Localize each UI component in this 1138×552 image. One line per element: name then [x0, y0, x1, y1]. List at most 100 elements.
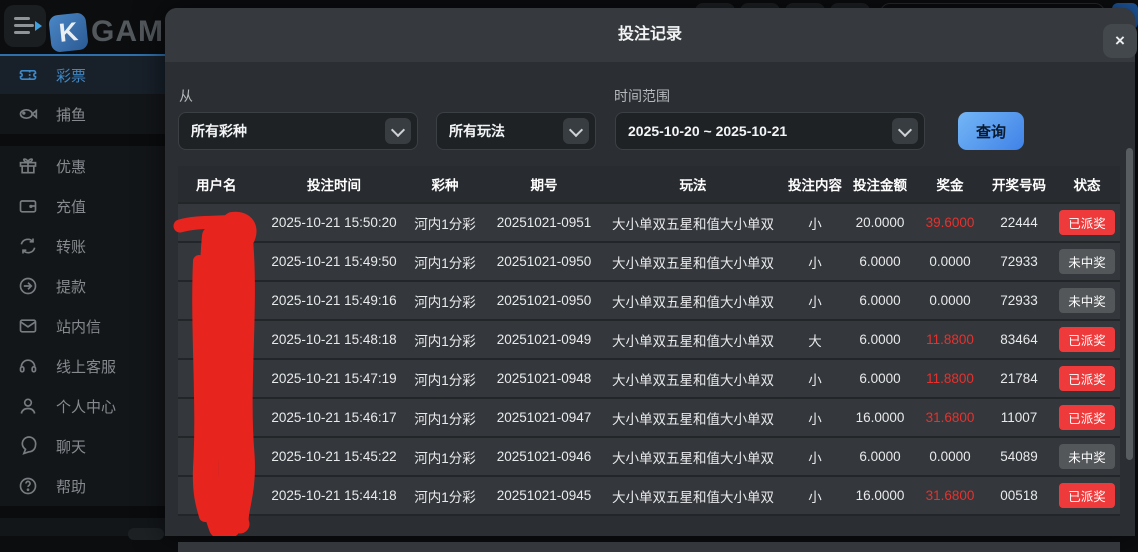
- cell-bet-amount: 16.0000: [844, 410, 916, 425]
- sidebar-item-线上客服[interactable]: 线上客服: [0, 346, 165, 386]
- cell-play-method: 大小单双五星和值大小单双: [600, 213, 786, 233]
- chevron-down-icon: [563, 118, 589, 144]
- cell-draw-numbers: 11007: [984, 410, 1054, 425]
- sidebar-item-帮助[interactable]: 帮助: [0, 466, 165, 506]
- cell-issue-number: 20251021-0947: [488, 410, 600, 425]
- sidebar-item-label: 转账: [56, 236, 86, 257]
- modal-title: 投注记录: [165, 8, 1135, 62]
- cell-bet-time: 2025-10-21 15:48:18: [266, 332, 402, 347]
- sidebar-item-捕鱼[interactable]: 捕鱼: [0, 94, 165, 134]
- from-label: 从: [179, 86, 193, 106]
- cell-bet-amount: 6.0000: [844, 293, 916, 308]
- hamburger-menu-icon[interactable]: [4, 5, 46, 47]
- sidebar-item-label: 线上客服: [56, 356, 116, 377]
- gift-icon: [18, 156, 38, 176]
- column-header: 期号: [488, 174, 600, 194]
- column-header: 投注金额: [844, 174, 916, 194]
- cell-lottery-type: 河内1分彩: [402, 213, 488, 233]
- column-header: 投注内容: [786, 174, 844, 194]
- collapse-arrow-icon: [35, 21, 42, 31]
- cell-draw-numbers: 54089: [984, 449, 1054, 464]
- table-row: yu2025-10-21 15:48:18河内1分彩20251021-0949大…: [178, 321, 1120, 360]
- time-range-label: 时间范围: [614, 86, 670, 106]
- cell-status: 已派奖: [1054, 366, 1120, 391]
- sidebar-item-彩票[interactable]: 彩票: [0, 54, 165, 94]
- wallet-icon: [18, 196, 38, 216]
- status-badge: 未中奖: [1059, 249, 1115, 274]
- cell-lottery-type: 河内1分彩: [402, 408, 488, 428]
- sidebar-item-提款[interactable]: 提款: [0, 266, 165, 306]
- cell-status: 已派奖: [1054, 210, 1120, 235]
- cell-bet-content: 大: [786, 330, 844, 350]
- table-row: yu2025-10-21 15:44:18河内1分彩20251021-0945大…: [178, 477, 1120, 516]
- cell-bet-time: 2025-10-21 15:46:17: [266, 410, 402, 425]
- chevron-down-icon: [892, 118, 918, 144]
- cell-bet-time: 2025-10-21 15:47:19: [266, 371, 402, 386]
- sidebar-item-个人中心[interactable]: 个人中心: [0, 386, 165, 426]
- close-icon[interactable]: ×: [1103, 24, 1137, 58]
- table-header-row: 用户名投注时间彩种期号玩法投注内容投注金额奖金开奖号码状态: [178, 166, 1120, 204]
- column-header: 用户名: [178, 174, 266, 194]
- cell-username: yu: [178, 332, 266, 347]
- cell-bet-amount: 6.0000: [844, 254, 916, 269]
- ticket-icon: [18, 65, 38, 85]
- logo-k-badge: K: [48, 12, 89, 53]
- cell-lottery-type: 河内1分彩: [402, 291, 488, 311]
- hamburger-bar: [14, 24, 34, 27]
- chat-icon: [18, 436, 38, 456]
- bet-records-modal: 投注记录 × 从 时间范围 所有彩种 所有玩法 2025-10-20 ~ 202…: [165, 8, 1135, 536]
- help-icon: [18, 476, 38, 496]
- sidebar-item-label: 彩票: [56, 65, 86, 86]
- cell-bet-time: 2025-10-21 15:45:22: [266, 449, 402, 464]
- cell-play-method: 大小单双五星和值大小单双: [600, 252, 786, 272]
- sidebar-divider: [0, 506, 165, 518]
- status-badge: 未中奖: [1059, 288, 1115, 313]
- cell-play-method: 大小单双五星和值大小单双: [600, 486, 786, 506]
- cell-lottery-type: 河内1分彩: [402, 447, 488, 467]
- lottery-type-select[interactable]: 所有彩种: [178, 112, 418, 150]
- sidebar-item-转账[interactable]: 转账: [0, 226, 165, 266]
- modal-header: 投注记录: [165, 8, 1135, 62]
- cell-play-method: 大小单双五星和值大小单双: [600, 369, 786, 389]
- play-method-select[interactable]: 所有玩法: [436, 112, 596, 150]
- column-header: 玩法: [600, 174, 786, 194]
- cell-username: yu: [178, 293, 266, 308]
- query-button[interactable]: 查询: [958, 112, 1024, 150]
- cell-username: yu: [178, 371, 266, 386]
- cell-play-method: 大小单双五星和值大小单双: [600, 447, 786, 467]
- hamburger-bar: [14, 17, 30, 20]
- status-badge: 已派奖: [1059, 405, 1115, 430]
- cell-username: yu: [178, 254, 266, 269]
- status-badge: 已派奖: [1059, 327, 1115, 352]
- cell-lottery-type: 河内1分彩: [402, 369, 488, 389]
- sidebar-item-label: 优惠: [56, 156, 86, 177]
- sidebar-item-站内信[interactable]: 站内信: [0, 306, 165, 346]
- status-badge: 已派奖: [1059, 366, 1115, 391]
- cell-bet-content: 小: [786, 447, 844, 467]
- cell-prize: 0.0000: [916, 449, 984, 464]
- table-row: yu2025-10-21 15:45:22河内1分彩20251021-0946大…: [178, 438, 1120, 477]
- cell-prize: 11.8800: [916, 332, 984, 347]
- date-range-select[interactable]: 2025-10-20 ~ 2025-10-21: [615, 112, 925, 150]
- sidebar-item-充值[interactable]: 充值: [0, 186, 165, 226]
- bet-records-table: 用户名投注时间彩种期号玩法投注内容投注金额奖金开奖号码状态 2025-10-21 …: [178, 166, 1120, 516]
- user-icon: [18, 396, 38, 416]
- withdraw-icon: [18, 276, 38, 296]
- sidebar-item-label: 聊天: [56, 436, 86, 457]
- sidebar-bottom-chip[interactable]: [128, 528, 164, 540]
- cell-bet-content: 小: [786, 252, 844, 272]
- scrollbar-thumb[interactable]: [1126, 148, 1133, 460]
- cell-draw-numbers: 72933: [984, 254, 1054, 269]
- column-header: 开奖号码: [984, 174, 1054, 194]
- sidebar-item-优惠[interactable]: 优惠: [0, 146, 165, 186]
- hamburger-bar: [14, 31, 30, 34]
- cell-bet-time: 2025-10-21 15:49:50: [266, 254, 402, 269]
- cell-issue-number: 20251021-0945: [488, 488, 600, 503]
- column-header: 奖金: [916, 174, 984, 194]
- sidebar-item-聊天[interactable]: 聊天: [0, 426, 165, 466]
- cell-bet-time: 2025-10-21 15:49:16: [266, 293, 402, 308]
- cell-issue-number: 20251021-0951: [488, 215, 600, 230]
- cell-issue-number: 20251021-0949: [488, 332, 600, 347]
- cell-bet-amount: 6.0000: [844, 449, 916, 464]
- cell-bet-content: 小: [786, 213, 844, 233]
